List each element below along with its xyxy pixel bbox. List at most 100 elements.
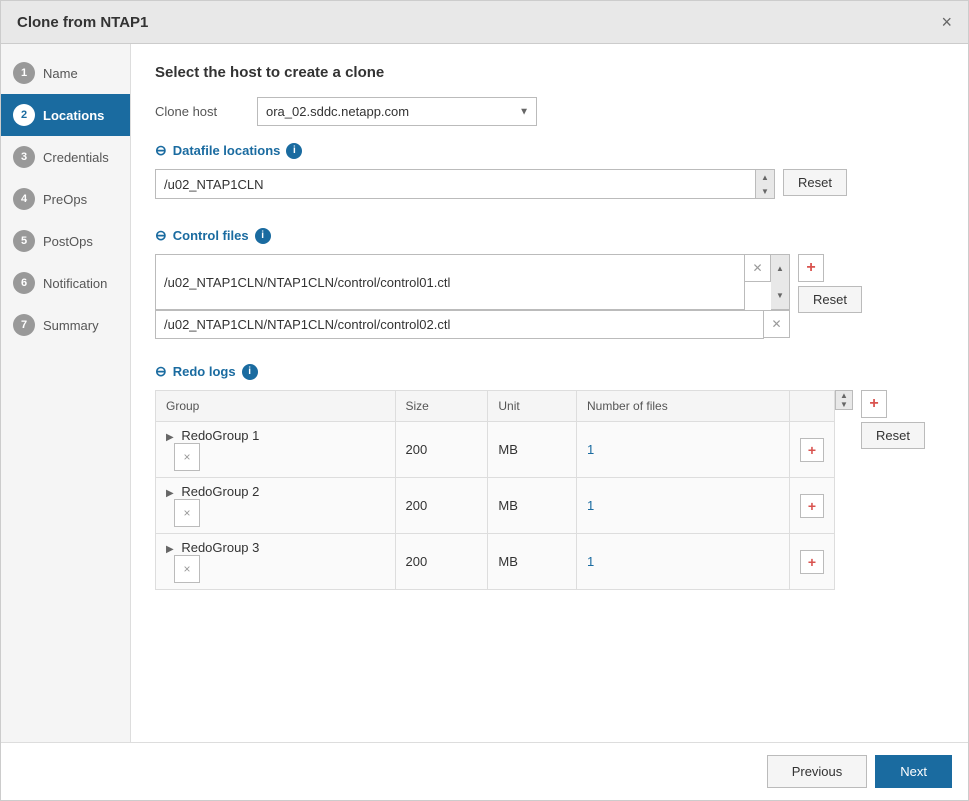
redo-table: Group Size Unit Number of files ▶ RedoGr… [155,390,835,590]
close-button[interactable]: × [941,13,952,31]
unit-cell: MB [488,534,577,590]
redo-delete-2[interactable]: × [174,499,200,527]
table-row: ▶ RedoGroup 2 × 200 MB 1 + [156,478,835,534]
redo-logs-info-icon[interactable]: i [242,364,258,380]
datafile-scroll-up[interactable]: ▲ [756,170,774,184]
step-badge: 6 [13,272,35,294]
redo-scroll-down[interactable]: ▼ [836,400,852,409]
previous-button[interactable]: Previous [767,755,868,788]
expand-arrow-icon[interactable]: ▶ [166,544,174,555]
control-files-label: Control files [173,228,249,243]
control-files-info-icon[interactable]: i [255,228,271,244]
num-files-link[interactable]: 1 [587,442,594,457]
sidebar-item-summary[interactable]: 7 Summary [1,304,130,346]
control-file-reset-button[interactable]: Reset [798,286,862,313]
cf-scroll-down[interactable]: ▼ [771,282,789,309]
redo-reset-button[interactable]: Reset [861,422,925,449]
redo-scroll-up[interactable]: ▲ [836,391,852,400]
dialog: Clone from NTAP1 × 1 Name 2 Locations 3 … [0,0,969,801]
col-unit: Unit [488,391,577,422]
page-title: Select the host to create a clone [155,64,944,81]
group-name: RedoGroup 1 [181,428,259,443]
sidebar-item-postops[interactable]: 5 PostOps [1,220,130,262]
sidebar-item-label: Credentials [43,150,109,165]
main-content: Select the host to create a clone Clone … [131,44,968,742]
redo-delete-1[interactable]: × [174,443,200,471]
datafile-section-header[interactable]: ⊖ Datafile locations i [155,142,944,159]
sidebar-item-locations[interactable]: 2 Locations [1,94,130,136]
datafile-input-wrapper: ▲ ▼ [155,169,775,199]
datafile-scrollbar: ▲ ▼ [756,169,775,199]
dialog-footer: Previous Next [1,742,968,800]
control-files-collapse-icon: ⊖ [155,227,167,244]
datafile-input[interactable] [155,169,756,199]
num-files-cell: 1 [577,422,790,478]
control-file-add-button[interactable]: + [798,254,824,282]
group-name: RedoGroup 3 [181,540,259,555]
clone-host-select-wrapper: ora_02.sddc.netapp.comora_01.sddc.netapp… [257,97,537,126]
sidebar-item-label: Notification [43,276,107,291]
collapse-icon: ⊖ [155,142,167,159]
sidebar-item-label: Name [43,66,78,81]
redo-logs-collapse-icon: ⊖ [155,363,167,380]
size-cell: 200 [395,478,488,534]
redo-table-scrollbar: ▲ ▼ [835,390,853,410]
control-file-delete-1[interactable]: ✕ [745,254,771,282]
table-row: ▶ RedoGroup 3 × 200 MB 1 + [156,534,835,590]
control-files-col: ✕ ▲ ▼ ✕ [155,254,790,339]
sidebar-item-credentials[interactable]: 3 Credentials [1,136,130,178]
control-file-delete-2[interactable]: ✕ [764,310,790,338]
control-file-input-2[interactable] [155,310,764,339]
redo-table-wrapper: Group Size Unit Number of files ▶ RedoGr… [155,390,944,590]
clone-host-label: Clone host [155,104,245,119]
control-files-scrollbar: ▲ ▼ [771,254,790,310]
redo-logs-label: Redo logs [173,364,236,379]
sidebar-item-notification[interactable]: 6 Notification [1,262,130,304]
datafile-section: ⊖ Datafile locations i ▲ ▼ Reset [155,142,944,203]
sidebar-item-label: Locations [43,108,104,123]
dialog-title: Clone from NTAP1 [17,14,148,31]
col-num-files: Number of files [577,391,790,422]
sidebar-item-label: PostOps [43,234,93,249]
next-button[interactable]: Next [875,755,952,788]
num-files-link[interactable]: 1 [587,498,594,513]
redo-row-add-1[interactable]: + [800,438,824,462]
expand-arrow-icon[interactable]: ▶ [166,488,174,499]
sidebar-item-name[interactable]: 1 Name [1,52,130,94]
control-file-row-1: ✕ ▲ ▼ [155,254,790,310]
redo-table-header-row: Group Size Unit Number of files [156,391,835,422]
step-badge: 4 [13,188,35,210]
redo-right-col: + Reset [861,390,925,449]
redo-add-button[interactable]: + [861,390,887,418]
sidebar-item-preops[interactable]: 4 PreOps [1,178,130,220]
control-file-row-2: ✕ [155,310,790,339]
num-files-link[interactable]: 1 [587,554,594,569]
datafile-input-row: ▲ ▼ Reset [155,169,944,203]
sidebar-item-label: PreOps [43,192,87,207]
size-cell: 200 [395,422,488,478]
step-badge: 7 [13,314,35,336]
step-badge: 3 [13,146,35,168]
datafile-info-icon[interactable]: i [286,143,302,159]
cf-scroll-up[interactable]: ▲ [771,255,789,282]
datafile-reset-button[interactable]: Reset [783,169,847,196]
group-name: RedoGroup 2 [181,484,259,499]
control-files-section: ⊖ Control files i ✕ ▲ ▼ [155,227,944,339]
clone-host-row: Clone host ora_02.sddc.netapp.comora_01.… [155,97,944,126]
expand-arrow-icon[interactable]: ▶ [166,432,174,443]
redo-logs-header[interactable]: ⊖ Redo logs i [155,363,944,380]
size-cell: 200 [395,534,488,590]
control-files-header[interactable]: ⊖ Control files i [155,227,944,244]
control-right-col: + Reset [798,254,862,313]
redo-delete-3[interactable]: × [174,555,200,583]
sidebar: 1 Name 2 Locations 3 Credentials 4 PreOp… [1,44,131,742]
col-action [790,391,835,422]
datafile-label: Datafile locations [173,143,281,158]
clone-host-select[interactable]: ora_02.sddc.netapp.comora_01.sddc.netapp… [257,97,537,126]
redo-row-add-2[interactable]: + [800,494,824,518]
redo-table-container: Group Size Unit Number of files ▶ RedoGr… [155,390,853,590]
datafile-scroll-down[interactable]: ▼ [756,184,774,198]
redo-row-add-3[interactable]: + [800,550,824,574]
control-file-input-1[interactable] [155,254,745,310]
redo-logs-section: ⊖ Redo logs i Group Size Unit Numb [155,363,944,590]
